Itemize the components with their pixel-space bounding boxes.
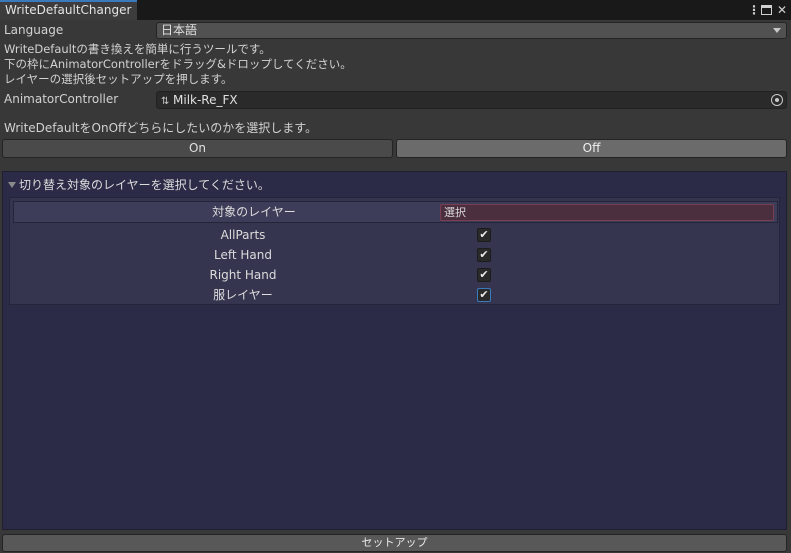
- write-default-toggle: On Off: [2, 139, 787, 158]
- animator-row: AnimatorController ⇅ Milk-Re_FX: [4, 91, 787, 109]
- language-dropdown[interactable]: 日本語: [156, 22, 787, 39]
- layer-name: Right Hand: [209, 268, 277, 282]
- write-default-prompt: WriteDefaultをOnOffどちらにしたいのかを選択します。: [4, 121, 318, 135]
- layer-name: Left Hand: [214, 248, 272, 262]
- animator-controller-field[interactable]: ⇅ Milk-Re_FX: [156, 91, 787, 109]
- select-field[interactable]: 選択: [440, 204, 774, 221]
- setup-button[interactable]: セットアップ: [2, 534, 787, 552]
- target-layer-label: 対象のレイヤー: [212, 205, 296, 219]
- layer-panel: 切り替え対象のレイヤーを選択してください。 対象のレイヤー 選択 AllPart…: [2, 171, 787, 530]
- layer-list-header: 対象のレイヤー 選択: [13, 201, 778, 223]
- layer-checkbox[interactable]: ✔: [477, 228, 491, 242]
- on-button[interactable]: On: [2, 139, 393, 158]
- more-options-icon[interactable]: ⋮: [748, 3, 760, 17]
- language-label: Language: [4, 23, 64, 37]
- window-tab[interactable]: WriteDefaultChanger: [0, 0, 137, 20]
- description: WriteDefaultの書き換えを簡単に行うツールです。 下の枠にAnimat…: [4, 42, 352, 87]
- language-row: Language 日本語: [4, 22, 787, 39]
- layer-list: 対象のレイヤー 選択 AllParts ✔ Left Hand ✔ Right …: [9, 197, 780, 305]
- maximize-icon[interactable]: [760, 4, 772, 15]
- object-picker-icon[interactable]: [771, 94, 783, 106]
- animator-label: AnimatorController: [4, 92, 119, 106]
- list-item: Right Hand ✔: [13, 265, 778, 285]
- layer-foldout[interactable]: 切り替え対象のレイヤーを選択してください。: [8, 178, 270, 193]
- list-item: AllParts ✔: [13, 225, 778, 245]
- layer-checkbox[interactable]: ✔: [477, 268, 491, 282]
- layer-name: AllParts: [220, 228, 266, 242]
- layer-name: 服レイヤー: [213, 288, 273, 302]
- description-line: レイヤーの選択後セットアップを押します。: [4, 72, 233, 86]
- close-icon[interactable]: ✕: [777, 3, 787, 17]
- list-item: 服レイヤー ✔: [13, 285, 778, 305]
- foldout-arrow-icon: [8, 182, 16, 188]
- list-item: Left Hand ✔: [13, 245, 778, 265]
- layer-checkbox[interactable]: ✔: [477, 288, 491, 302]
- description-line: 下の枠にAnimatorControllerをドラッグ&ドロップしてください。: [4, 57, 352, 71]
- layer-foldout-label: 切り替え対象のレイヤーを選択してください。: [19, 178, 270, 192]
- dropdown-arrow-icon: [773, 28, 781, 33]
- language-value: 日本語: [161, 23, 198, 37]
- animator-controller-icon: ⇅: [161, 96, 170, 107]
- title-bar: WriteDefaultChanger ⋮ ✕: [0, 0, 791, 20]
- window-controls: ⋮ ✕: [748, 1, 787, 18]
- description-line: WriteDefaultの書き換えを簡単に行うツールです。: [4, 42, 271, 56]
- animator-value: Milk-Re_FX: [173, 93, 238, 107]
- layer-checkbox[interactable]: ✔: [477, 248, 491, 262]
- off-button[interactable]: Off: [396, 139, 787, 158]
